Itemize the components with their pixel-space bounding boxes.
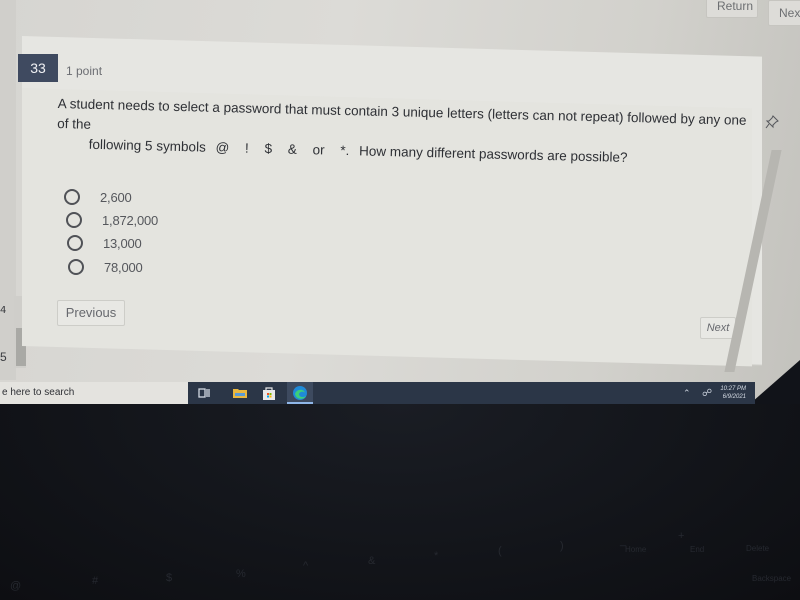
question-text-suffix: How many different passwords are possibl… <box>358 143 628 165</box>
network-icon[interactable]: ☍ <box>702 388 712 399</box>
keyboard-key: @ <box>10 580 22 592</box>
task-view-icon[interactable] <box>196 385 212 401</box>
answer-option[interactable]: 78,000 <box>68 256 143 278</box>
symbol: ! <box>244 140 249 156</box>
symbol: *. <box>340 142 350 159</box>
next-button[interactable]: Next <box>700 317 736 339</box>
radio-button[interactable] <box>64 189 80 205</box>
top-next-button[interactable]: Next <box>768 0 800 26</box>
answer-option[interactable]: 1,872,000 <box>66 209 158 231</box>
left-panel-number: 4 <box>0 305 7 316</box>
clock-date: 6/9/2021 <box>722 394 746 400</box>
answer-label: 13,000 <box>103 235 142 251</box>
pin-icon[interactable] <box>765 114 779 129</box>
system-clock[interactable]: 10:27 PM 6/9/2021 <box>716 385 746 401</box>
return-button[interactable]: Return <box>706 0 758 18</box>
keyboard-key: Home <box>625 545 647 554</box>
keyboard-key: ) <box>560 540 564 552</box>
keyboard-key: + <box>678 530 685 542</box>
question-points: 1 point <box>66 64 103 78</box>
radio-button[interactable] <box>68 259 84 275</box>
symbol-conjunction: or <box>312 142 325 158</box>
radio-button[interactable] <box>67 235 83 251</box>
previous-button[interactable]: Previous <box>57 300 125 326</box>
file-explorer-icon[interactable] <box>232 385 248 401</box>
microsoft-store-icon[interactable] <box>261 385 277 401</box>
left-panel-number: 5 <box>0 350 7 364</box>
keyboard-key: Backspace <box>752 574 792 583</box>
keyboard-key: ( <box>498 545 502 557</box>
keyboard-key: & <box>368 555 376 567</box>
keyboard-key: ^ <box>303 560 309 572</box>
symbol: $ <box>264 141 273 157</box>
keyboard-key: % <box>236 568 246 580</box>
question-text-prefix: following 5 symbols <box>88 136 206 155</box>
edge-icon[interactable] <box>292 385 308 401</box>
answer-label: 2,600 <box>100 189 132 205</box>
clock-time: 10:27 PM <box>720 386 746 392</box>
keyboard-key: Delete <box>746 544 770 553</box>
taskbar-search-input[interactable]: e here to search <box>0 382 188 404</box>
radio-button[interactable] <box>66 212 82 228</box>
answer-option[interactable]: 13,000 <box>67 232 142 254</box>
keyboard-key: End <box>690 545 705 554</box>
keyboard-key: $ <box>166 572 173 584</box>
answer-label: 78,000 <box>104 259 143 275</box>
answer-option[interactable]: 2,600 <box>64 186 132 208</box>
keyboard-key: * <box>434 550 439 562</box>
laptop-bezel <box>0 404 800 600</box>
answer-label: 1,872,000 <box>102 212 159 228</box>
keyboard-key: # <box>92 575 99 587</box>
symbol: @ <box>215 139 230 156</box>
show-hidden-icons-chevron-icon[interactable]: ⌃ <box>683 389 691 399</box>
question-number-badge: 33 <box>18 54 58 82</box>
symbol: & <box>287 141 298 157</box>
